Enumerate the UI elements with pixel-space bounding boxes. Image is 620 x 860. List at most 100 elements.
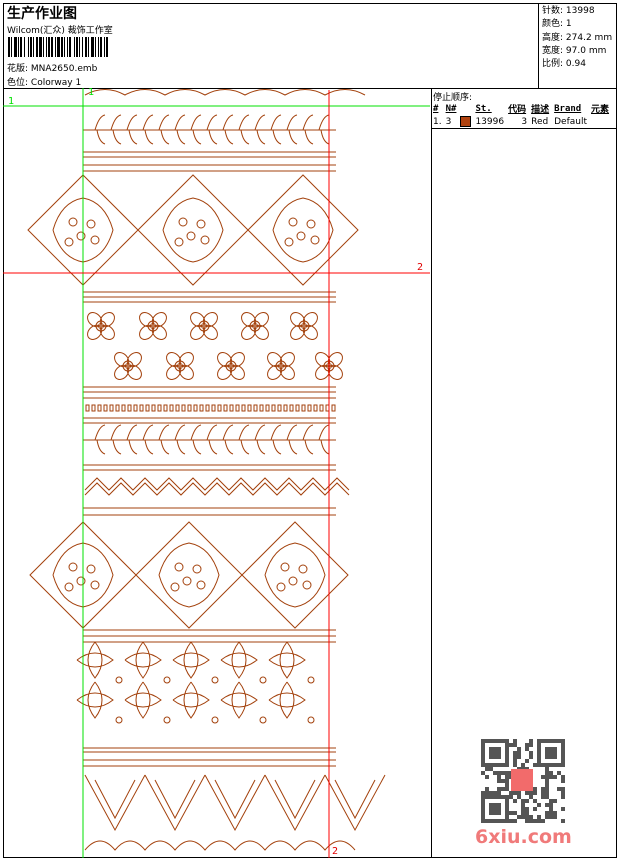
qr-module [549, 811, 553, 815]
dotted-border [271, 404, 276, 412]
qr-module [537, 751, 541, 755]
qr-module [561, 779, 565, 783]
seal-stamp [511, 769, 533, 791]
qr-module [505, 739, 509, 743]
lattice-dot [170, 582, 180, 592]
qr-module [537, 803, 541, 807]
red-v-guide-label: 2 [332, 846, 339, 857]
qr-module [545, 787, 549, 791]
qr-module [541, 739, 545, 743]
qr-module [489, 767, 493, 771]
qr-module [505, 807, 509, 811]
lattice-dot [298, 564, 308, 574]
floral-lattice-motif [268, 641, 306, 679]
qr-module [541, 763, 545, 767]
qr-module [525, 759, 529, 763]
qr-module [493, 755, 497, 759]
flower-center [275, 360, 287, 372]
flower-center [225, 360, 237, 372]
qr-module [541, 819, 545, 823]
qr-module [561, 795, 565, 799]
qr-module [545, 775, 549, 779]
flower-center [147, 320, 159, 332]
lattice-dot [76, 231, 86, 241]
qr-module [493, 803, 497, 807]
qr-module [505, 775, 509, 779]
dotted-border [103, 404, 108, 412]
scallop-border-top [84, 89, 366, 96]
qr-module [481, 819, 485, 823]
flower-center [298, 320, 310, 332]
lattice-dot [211, 676, 219, 684]
lattice-medallion [162, 197, 224, 263]
qr-module [493, 819, 497, 823]
qr-module [545, 747, 549, 751]
lattice-dot [288, 217, 298, 227]
lattice-dot [288, 576, 298, 586]
qr-module [497, 819, 501, 823]
qr-module [521, 815, 525, 819]
bottom-triangle [214, 779, 256, 820]
qr-module [549, 775, 553, 779]
qr-module [505, 819, 509, 823]
qr-module [505, 799, 509, 803]
qr-module [489, 747, 493, 751]
qr-module [529, 819, 533, 823]
qr-module [525, 811, 529, 815]
qr-module [481, 751, 485, 755]
dotted-border [163, 404, 168, 412]
dotted-border [247, 404, 252, 412]
floral-lattice-motif [124, 641, 162, 679]
qr-module [505, 779, 509, 783]
qr-module [537, 755, 541, 759]
qr-module [549, 807, 553, 811]
qr-module [549, 803, 553, 807]
qr-module [553, 799, 557, 803]
qr-module [517, 755, 521, 759]
qr-module [561, 763, 565, 767]
qr-module [525, 819, 529, 823]
zigzag-band [84, 477, 350, 491]
lattice-dot [178, 217, 188, 227]
qr-module [557, 771, 561, 775]
qr-module [497, 807, 501, 811]
qr-module [513, 743, 517, 747]
qr-module [489, 819, 493, 823]
lattice-dot [302, 580, 312, 590]
qr-module [485, 787, 489, 791]
lattice-dot [86, 564, 96, 574]
dotted-border [265, 404, 270, 412]
qr-module [481, 803, 485, 807]
dotted-border [175, 404, 180, 412]
dotted-border [115, 404, 120, 412]
lattice-dot [68, 562, 78, 572]
bottom-triangle [154, 779, 196, 820]
lattice-dot [68, 217, 78, 227]
qr-module [505, 763, 509, 767]
qr-module [561, 743, 565, 747]
qr-module [533, 787, 537, 791]
flower-center [249, 320, 261, 332]
qr-module [501, 779, 505, 783]
qr-module [561, 787, 565, 791]
qr-module [553, 763, 557, 767]
dotted-border [151, 404, 156, 412]
qr-module [545, 811, 549, 815]
qr-module [525, 791, 529, 795]
lattice-dot [276, 582, 286, 592]
bottom-triangle [324, 774, 386, 832]
lattice-dot [174, 237, 184, 247]
qr-module [497, 747, 501, 751]
qr-module [513, 799, 517, 803]
qr-module [529, 743, 533, 747]
lattice-dot [182, 576, 192, 586]
qr-module [481, 759, 485, 763]
qr-module [501, 819, 505, 823]
diamond-lattice [241, 521, 349, 629]
qr-module [513, 763, 517, 767]
bottom-triangle [264, 774, 326, 832]
dotted-border [97, 404, 102, 412]
lattice-dot [296, 231, 306, 241]
qr-module [521, 763, 525, 767]
qr-module [489, 807, 493, 811]
